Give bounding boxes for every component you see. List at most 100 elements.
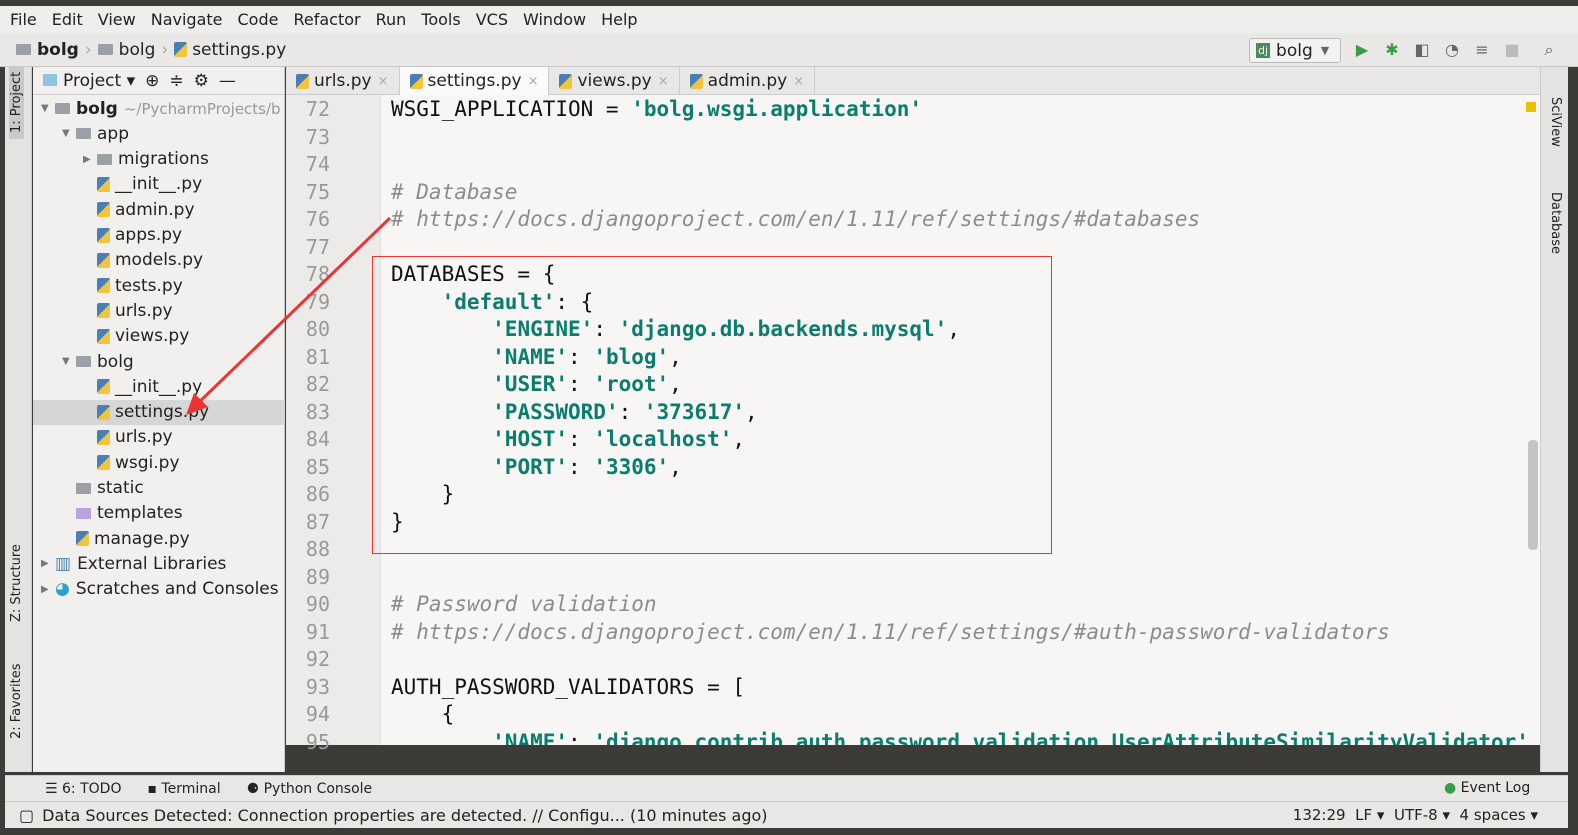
- left-tool-strip: 1: Project Z: Structure 2: Favorites: [5, 65, 32, 772]
- tree-item[interactable]: ▶ ◕ Scratches and Consoles: [33, 577, 285, 602]
- line-number: 89: [305, 564, 330, 589]
- folder-icon: [76, 128, 91, 140]
- tree-item[interactable]: wsgi.py: [33, 450, 285, 475]
- tree-item[interactable]: ▶ ▥ External Libraries: [33, 551, 285, 576]
- tree-item[interactable]: ▼ app: [33, 121, 285, 146]
- collapse-icon[interactable]: ≑: [169, 71, 183, 91]
- database-tool-button[interactable]: Database: [1548, 192, 1563, 254]
- menu-run[interactable]: Run: [376, 10, 407, 29]
- python-file-icon: [559, 73, 573, 89]
- editor-scrollbar[interactable]: [1528, 440, 1538, 550]
- menu-edit[interactable]: Edit: [52, 10, 83, 29]
- menu-file[interactable]: File: [10, 10, 37, 29]
- tree-item[interactable]: ▶ migrations: [33, 147, 285, 172]
- line-separator[interactable]: LF: [1355, 806, 1372, 824]
- run-icon[interactable]: ▶: [1352, 40, 1372, 60]
- tab-label: admin.py: [707, 71, 788, 91]
- tree-item[interactable]: urls.py: [33, 425, 285, 450]
- tab-views-py[interactable]: views.py ×: [549, 67, 680, 95]
- concurrency-icon[interactable]: ≡: [1472, 40, 1492, 60]
- editor-tabs: urls.py × settings.py × views.py × admin.py ×: [286, 67, 1540, 95]
- tab-settings-py[interactable]: settings.py ×: [399, 67, 550, 95]
- coverage-icon[interactable]: ◧: [1412, 40, 1432, 60]
- string-token: 'django.contrib.auth.password_validation…: [593, 729, 1529, 746]
- locate-icon[interactable]: ⊕: [145, 71, 159, 91]
- line-number: 94: [305, 702, 330, 726]
- expand-arrow-icon[interactable]: ▶: [41, 558, 55, 569]
- tree-item-label: urls.py: [115, 427, 173, 448]
- python-file-icon: [97, 455, 110, 471]
- sciview-tool-button[interactable]: SciView: [1548, 97, 1563, 147]
- menu-code[interactable]: Code: [238, 10, 279, 29]
- gear-icon[interactable]: ⚙: [194, 71, 209, 91]
- favorites-tool-button[interactable]: 2: Favorites: [9, 663, 24, 739]
- python-file-icon: [174, 42, 188, 57]
- string-token: 'bolg.wsgi.application': [631, 97, 923, 121]
- event-log-button[interactable]: ● Event Log: [1444, 780, 1530, 796]
- todo-tool-button[interactable]: ☰ 6: TODO: [45, 781, 121, 797]
- tab-urls-py[interactable]: urls.py ×: [286, 67, 400, 95]
- line-number: 93: [305, 674, 330, 699]
- code-token: :: [568, 729, 594, 746]
- breadcrumb-item[interactable]: settings.py: [192, 40, 286, 60]
- tree-item[interactable]: __init__.py: [33, 172, 285, 197]
- structure-tool-button[interactable]: Z: Structure: [9, 544, 24, 622]
- search-icon[interactable]: ⌕: [1539, 40, 1559, 60]
- expand-arrow-icon[interactable]: ▼: [41, 103, 55, 114]
- close-icon[interactable]: ×: [528, 74, 539, 89]
- menu-navigate[interactable]: Navigate: [151, 10, 223, 29]
- breadcrumb: bolg › bolg › settings.py: [0, 33, 1578, 67]
- folder-icon: [97, 44, 113, 55]
- close-icon[interactable]: ×: [658, 74, 669, 89]
- line-number: 86: [305, 482, 330, 506]
- tree-item[interactable]: templates: [33, 501, 285, 526]
- expand-arrow-icon[interactable]: ▼: [62, 128, 76, 139]
- menu-bar: File Edit View Navigate Code Refactor Run Tools…: [0, 6, 1578, 33]
- hide-icon[interactable]: —: [219, 71, 236, 91]
- stop-icon[interactable]: ■: [1502, 40, 1522, 60]
- menu-vcs[interactable]: VCS: [476, 10, 508, 29]
- tab-admin-py[interactable]: admin.py ×: [680, 67, 816, 95]
- run-config-select[interactable]: dj bolg ▼: [1249, 38, 1341, 63]
- expand-arrow-icon[interactable]: ▶: [41, 584, 55, 595]
- terminal-tool-button[interactable]: ▪ Terminal: [147, 781, 220, 797]
- code-token: WSGI_APPLICATION =: [391, 97, 632, 121]
- menu-window[interactable]: Window: [523, 10, 586, 29]
- comment-token: # Password validation: [391, 592, 657, 616]
- profile-icon[interactable]: ◔: [1442, 40, 1462, 60]
- comment-token: # Database: [391, 179, 518, 204]
- project-tool-button[interactable]: 1: Project: [9, 65, 24, 139]
- menu-view[interactable]: View: [98, 10, 136, 29]
- warning-marker[interactable]: [1526, 102, 1536, 112]
- debug-icon[interactable]: ✱: [1382, 40, 1402, 60]
- expand-arrow-icon[interactable]: ▼: [62, 356, 76, 367]
- menu-help[interactable]: Help: [601, 10, 637, 29]
- project-view-select[interactable]: Project ▾: [43, 71, 135, 91]
- status-message[interactable]: Data Sources Detected: Connection proper…: [42, 806, 767, 825]
- expand-arrow-icon[interactable]: ▶: [83, 154, 97, 165]
- encoding[interactable]: UTF-8: [1394, 806, 1438, 824]
- line-number: 73: [305, 124, 330, 149]
- python-icon: ⚈: [246, 780, 260, 797]
- tree-item[interactable]: manage.py: [33, 526, 285, 551]
- indent[interactable]: 4 spaces: [1460, 806, 1526, 824]
- python-file-icon: [97, 404, 110, 420]
- python-file-icon: [97, 176, 110, 192]
- close-icon[interactable]: ×: [793, 74, 804, 89]
- python-file-icon: [97, 303, 110, 319]
- line-number: 90: [305, 592, 330, 616]
- scratch-icon: ◕: [55, 579, 70, 600]
- tree-item[interactable]: ▼ bolg ~/PycharmProjects/b: [33, 96, 285, 121]
- breadcrumb-item[interactable]: bolg: [37, 40, 79, 60]
- cursor-position[interactable]: 132:29: [1293, 806, 1346, 824]
- breadcrumb-item[interactable]: bolg: [119, 40, 156, 60]
- tree-item-label: External Libraries: [77, 553, 227, 574]
- close-icon[interactable]: ×: [378, 74, 389, 89]
- python-console-tool-button[interactable]: ⚈ Python Console: [247, 781, 373, 797]
- menu-refactor[interactable]: Refactor: [293, 10, 360, 29]
- event-log-icon: ●: [1444, 780, 1457, 796]
- code-line: AUTH_PASSWORD_VALIDATORS = [: [391, 675, 745, 699]
- tree-item[interactable]: static: [33, 476, 285, 501]
- todo-label: 6: TODO: [62, 780, 122, 797]
- menu-tools[interactable]: Tools: [421, 10, 460, 29]
